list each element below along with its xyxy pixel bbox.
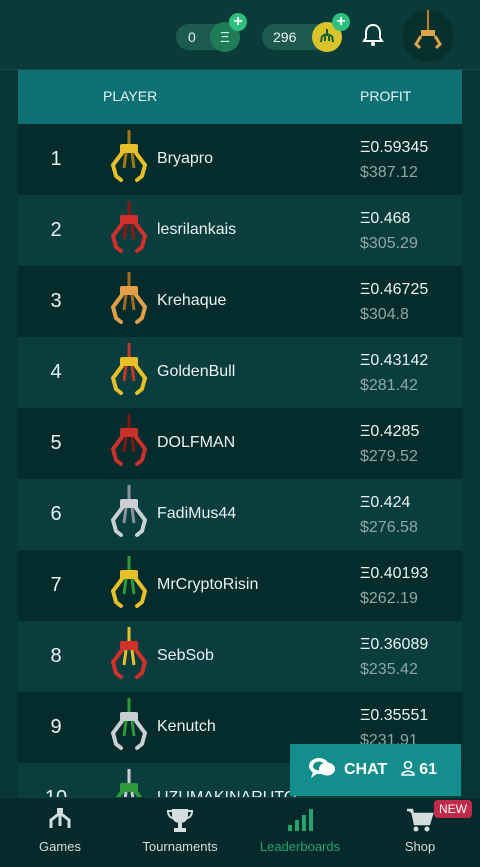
player-claw-icon bbox=[104, 272, 154, 332]
rank: 4 bbox=[50, 361, 62, 383]
rank: 5 bbox=[50, 432, 62, 454]
player-claw-icon bbox=[104, 485, 154, 545]
nav-leaderboards[interactable]: Leaderboards bbox=[240, 798, 360, 867]
player-claw-icon bbox=[104, 556, 154, 616]
leaderboard-table: PLAYER PROFIT 1 Bryapro Ξ0.59345 $387.12 2 le… bbox=[18, 70, 462, 797]
profit-usd: $304.8 bbox=[360, 306, 409, 323]
coin-balance-pill[interactable]: 296 bbox=[262, 22, 342, 52]
table-row[interactable]: 2 lesrilankais Ξ0.468 $305.29 bbox=[18, 195, 462, 266]
profit-usd: $387.12 bbox=[360, 164, 418, 181]
player-name[interactable]: FadiMus44 bbox=[157, 505, 236, 523]
player-claw-icon bbox=[104, 201, 154, 261]
player-name[interactable]: MrCryptoRisin bbox=[157, 576, 258, 594]
chat-button[interactable]: CHAT 61 bbox=[290, 744, 461, 796]
player-name[interactable]: UZUMAKINARUTO bbox=[157, 789, 296, 797]
profit-eth: Ξ0.35551 bbox=[360, 707, 429, 724]
nav-games-label: Games bbox=[39, 839, 81, 854]
player-name[interactable]: Bryapro bbox=[157, 150, 213, 168]
player-claw-icon bbox=[104, 627, 154, 687]
cart-icon bbox=[405, 806, 435, 834]
player-claw-icon bbox=[104, 698, 154, 758]
eth-balance-value: 0 bbox=[188, 29, 196, 45]
table-row[interactable]: 8 SebSob Ξ0.36089 $235.42 bbox=[18, 621, 462, 692]
bar-chart-icon bbox=[285, 806, 315, 834]
profit-usd: $279.52 bbox=[360, 448, 418, 465]
table-row[interactable]: 4 GoldenBull Ξ0.43142 $281.42 bbox=[18, 337, 462, 408]
online-count-value: 61 bbox=[419, 761, 438, 778]
coin-balance-value: 296 bbox=[273, 29, 297, 45]
add-coins-button[interactable]: + bbox=[332, 13, 350, 31]
claw-icon bbox=[45, 806, 75, 834]
nav-leaderboards-label: Leaderboards bbox=[259, 839, 341, 854]
bottom-nav: Games Tournaments Leaderboards Shop bbox=[0, 797, 480, 867]
rank: 9 bbox=[50, 716, 62, 738]
profit-usd: $262.19 bbox=[360, 590, 418, 607]
top-bar: 0 Ξ + 296 + bbox=[0, 0, 480, 70]
rank: 8 bbox=[50, 645, 62, 667]
online-count: 61 bbox=[401, 760, 437, 781]
table-row[interactable]: 5 DOLFMAN Ξ0.4285 $279.52 bbox=[18, 408, 462, 479]
nav-shop-label: Shop bbox=[404, 839, 436, 854]
player-claw-icon bbox=[104, 414, 154, 474]
player-name[interactable]: GoldenBull bbox=[157, 363, 235, 381]
nav-games[interactable]: Games bbox=[0, 798, 120, 867]
claw-avatar-icon[interactable] bbox=[402, 10, 454, 62]
rank: 6 bbox=[50, 503, 62, 525]
new-badge: NEW bbox=[434, 800, 472, 818]
nav-tournaments[interactable]: Tournaments bbox=[120, 798, 240, 867]
profit-usd: $276.58 bbox=[360, 519, 418, 536]
bell-icon[interactable] bbox=[360, 22, 386, 48]
eth-balance-pill[interactable]: 0 Ξ bbox=[176, 22, 240, 52]
column-header-player: PLAYER bbox=[103, 88, 158, 104]
profit-eth: Ξ0.4285 bbox=[360, 423, 420, 440]
profit-usd: $235.42 bbox=[360, 661, 418, 678]
user-icon bbox=[401, 760, 416, 781]
rank: 1 bbox=[50, 148, 62, 170]
player-claw-icon bbox=[104, 130, 154, 190]
player-name[interactable]: DOLFMAN bbox=[157, 434, 235, 452]
table-row[interactable]: 6 FadiMus44 Ξ0.424 $276.58 bbox=[18, 479, 462, 550]
player-name[interactable]: SebSob bbox=[157, 647, 214, 665]
trophy-icon bbox=[165, 806, 195, 834]
nav-tournaments-label: Tournaments bbox=[142, 839, 218, 854]
table-header: PLAYER PROFIT bbox=[18, 70, 462, 124]
table-row[interactable]: 1 Bryapro Ξ0.59345 $387.12 bbox=[18, 124, 462, 195]
rank: 3 bbox=[50, 290, 62, 312]
player-name[interactable]: lesrilankais bbox=[157, 221, 236, 239]
table-row[interactable]: 7 MrCryptoRisin Ξ0.40193 $262.19 bbox=[18, 550, 462, 621]
rank: 7 bbox=[50, 574, 62, 596]
add-eth-button[interactable]: + bbox=[229, 13, 247, 31]
profit-usd: $281.42 bbox=[360, 377, 418, 394]
chat-bubbles-icon bbox=[308, 756, 336, 785]
profit-eth: Ξ0.36089 bbox=[360, 636, 429, 653]
profit-eth: Ξ0.43142 bbox=[360, 352, 429, 369]
player-claw-icon bbox=[104, 769, 154, 797]
column-header-profit: PROFIT bbox=[360, 88, 412, 104]
player-claw-icon bbox=[104, 343, 154, 403]
profit-eth: Ξ0.40193 bbox=[360, 565, 429, 582]
player-name[interactable]: Krehaque bbox=[157, 292, 226, 310]
profit-eth: Ξ0.468 bbox=[360, 210, 411, 227]
chat-label: CHAT bbox=[344, 761, 388, 778]
player-name[interactable]: Kenutch bbox=[157, 718, 216, 736]
rank: 10 bbox=[18, 763, 94, 797]
profit-usd: $305.29 bbox=[360, 235, 418, 252]
profit-eth: Ξ0.59345 bbox=[360, 139, 429, 156]
table-row[interactable]: 3 Krehaque Ξ0.46725 $304.8 bbox=[18, 266, 462, 337]
profit-eth: Ξ0.46725 bbox=[360, 281, 429, 298]
table-body: 1 Bryapro Ξ0.59345 $387.12 2 lesrilankais Ξ0.4… bbox=[18, 124, 462, 797]
profit-eth: Ξ0.424 bbox=[360, 494, 411, 511]
rank: 2 bbox=[50, 219, 62, 241]
